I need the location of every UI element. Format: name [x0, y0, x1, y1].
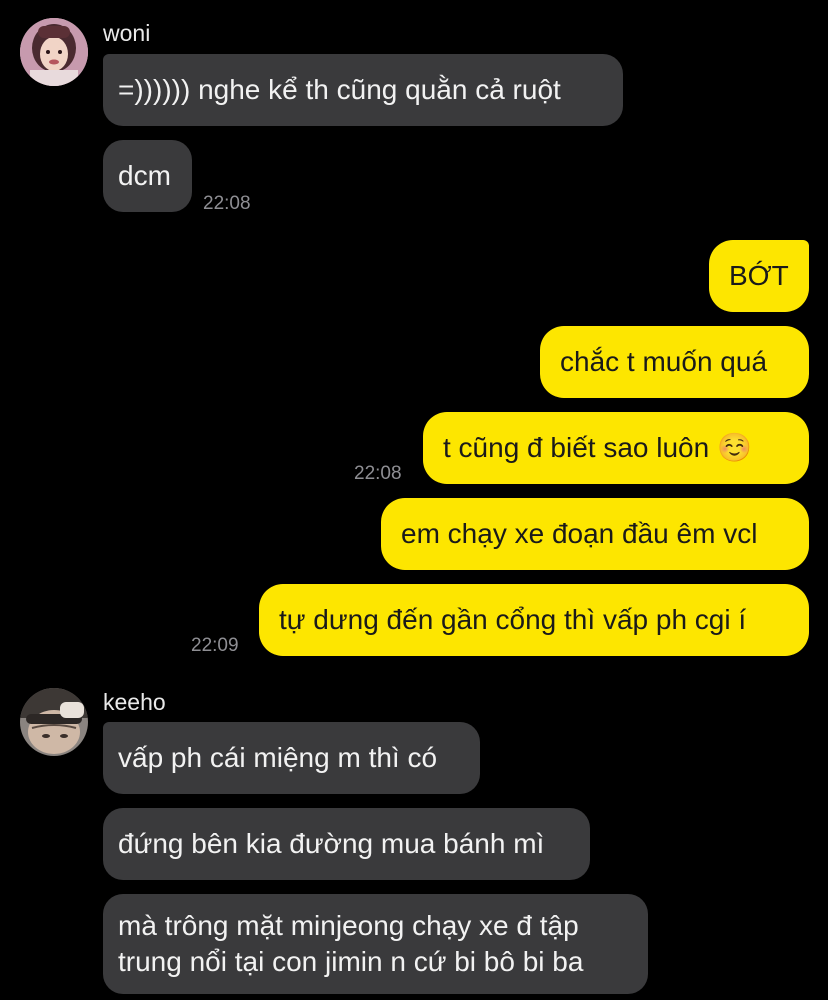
message-bubble[interactable]: mà trông mặt minjeong chạy xe đ tập trun…: [103, 894, 648, 994]
sender-name-woni: woni: [103, 20, 151, 46]
message-bubble[interactable]: =)))))) nghe kể th cũng quằn cả ruột: [103, 54, 623, 126]
message-timestamp: 22:08: [354, 463, 402, 484]
message-text-line-2: trung nổi tại con jimin n cứ bi bô bi ba: [118, 946, 584, 977]
message-timestamp: 22:08: [203, 193, 251, 214]
message-bubble-outgoing[interactable]: em chạy xe đoạn đầu êm vcl: [381, 498, 809, 570]
message-text: em chạy xe đoạn đầu êm vcl: [401, 518, 758, 549]
message-bubble-outgoing[interactable]: t cũng đ biết sao luôn ☺️: [423, 412, 809, 484]
message-text: tự dưng đến gần cổng thì vấp ph cgi í: [279, 604, 747, 635]
message-bubble[interactable]: vấp ph cái miệng m thì có: [103, 722, 480, 794]
message-bubble-outgoing[interactable]: chắc t muốn quá: [540, 326, 809, 398]
message-text: vấp ph cái miệng m thì có: [118, 742, 438, 773]
message-text: chắc t muốn quá: [560, 346, 768, 377]
message-bubble-outgoing[interactable]: BỚT: [709, 240, 809, 312]
message-text-line-1: mà trông mặt minjeong chạy xe đ tập: [118, 910, 579, 941]
avatar-keeho[interactable]: [20, 688, 88, 756]
message-text: BỚT: [729, 260, 789, 291]
avatar-woni[interactable]: [20, 18, 88, 86]
message-text: =)))))) nghe kể th cũng quằn cả ruột: [118, 74, 561, 105]
message-text: đứng bên kia đường mua bánh mì: [118, 828, 545, 859]
avatar-woni-image: [20, 18, 88, 86]
message-bubble[interactable]: đứng bên kia đường mua bánh mì: [103, 808, 590, 880]
message-bubble-outgoing[interactable]: tự dưng đến gần cổng thì vấp ph cgi í: [259, 584, 809, 656]
message-text: dcm: [118, 160, 171, 191]
message-timestamp: 22:09: [191, 635, 239, 656]
avatar-keeho-image: [20, 688, 88, 756]
sender-name-keeho: keeho: [103, 689, 166, 715]
message-bubble[interactable]: dcm: [103, 140, 192, 212]
message-text: t cũng đ biết sao luôn ☺️: [443, 432, 752, 463]
